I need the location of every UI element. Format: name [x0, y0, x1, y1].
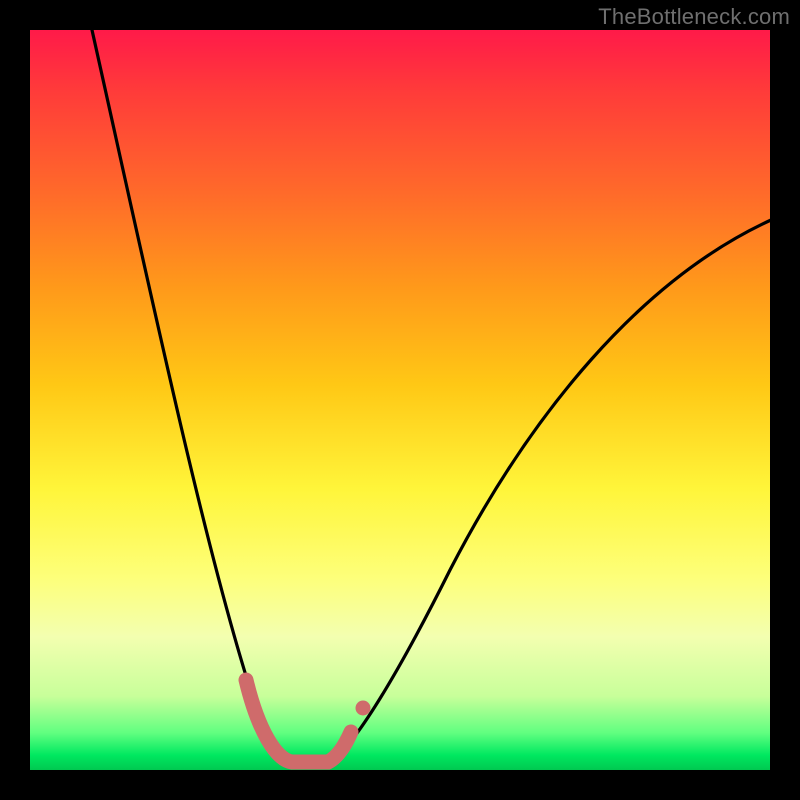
chart-frame: TheBottleneck.com [0, 0, 800, 800]
valley-marker-segment [246, 680, 351, 762]
watermark-text: TheBottleneck.com [598, 4, 790, 30]
bottleneck-curve-svg [30, 30, 770, 770]
bottleneck-curve [92, 30, 771, 762]
valley-marker-dot [356, 701, 371, 716]
